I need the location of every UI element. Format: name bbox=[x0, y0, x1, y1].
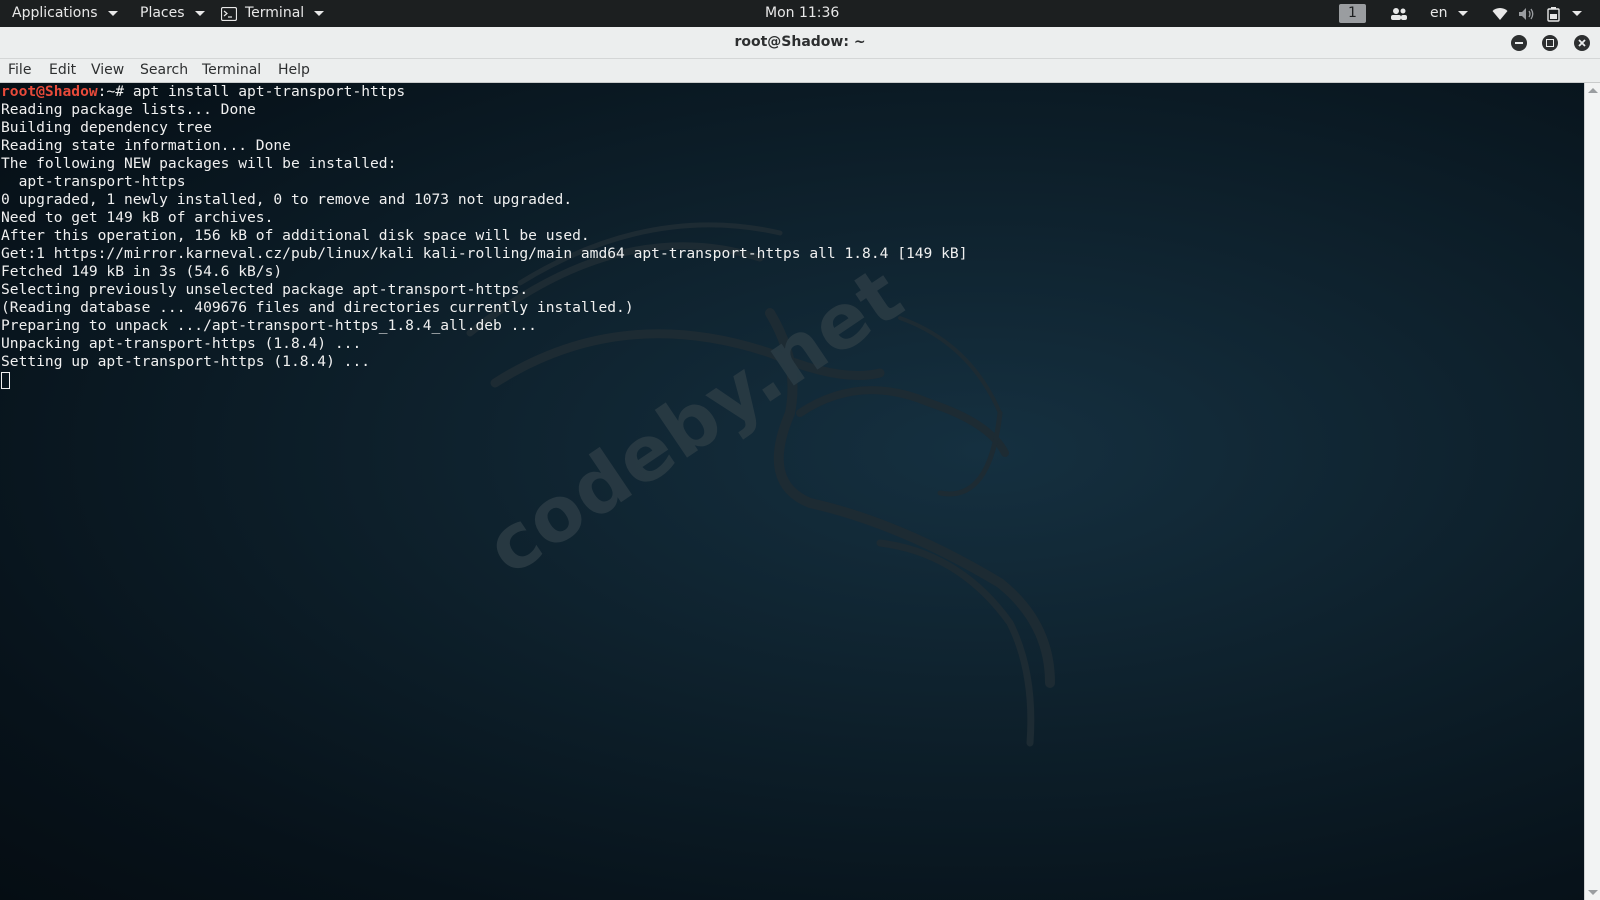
menubar: File Edit View Search Terminal Help bbox=[0, 59, 1600, 83]
chevron-down-icon bbox=[1457, 11, 1468, 16]
people-icon-glyph bbox=[1391, 7, 1407, 20]
people-icon[interactable] bbox=[1390, 0, 1408, 27]
window-title: root@Shadow: ~ bbox=[734, 34, 866, 50]
output-line: Selecting previously unselected package … bbox=[1, 281, 529, 298]
chevron-down-icon bbox=[194, 11, 205, 16]
output-line: Unpacking apt-transport-https (1.8.4) ..… bbox=[1, 335, 362, 352]
terminal-app-label: Terminal bbox=[245, 5, 305, 21]
top-panel: Applications Places Terminal Mon 11:36 1… bbox=[0, 0, 1600, 27]
scroll-up-arrow-icon[interactable] bbox=[1588, 88, 1598, 93]
battery-icon bbox=[1547, 6, 1560, 22]
output-line: 0 upgraded, 1 newly installed, 0 to remo… bbox=[1, 191, 573, 208]
minimize-button[interactable] bbox=[1511, 35, 1527, 51]
terminal-app-menu[interactable]: Terminal bbox=[221, 0, 325, 27]
window-titlebar[interactable]: root@Shadow: ~ bbox=[0, 27, 1600, 59]
places-menu[interactable]: Places bbox=[140, 0, 205, 27]
workspace-indicator[interactable]: 1 bbox=[1339, 4, 1366, 23]
output-line: Fetched 149 kB in 3s (54.6 kB/s) bbox=[1, 263, 283, 280]
menu-search[interactable]: Search bbox=[140, 59, 188, 82]
wifi-icon bbox=[1492, 7, 1508, 20]
output-line: (Reading database ... 409676 files and d… bbox=[1, 299, 634, 316]
scroll-down-arrow-icon[interactable] bbox=[1588, 890, 1598, 895]
menu-view[interactable]: View bbox=[91, 59, 124, 82]
maximize-button[interactable] bbox=[1542, 35, 1558, 51]
output-line: Get:1 https://mirror.karneval.cz/pub/lin… bbox=[1, 245, 968, 262]
chevron-down-icon bbox=[1572, 11, 1582, 16]
menu-edit[interactable]: Edit bbox=[49, 59, 76, 82]
output-line: Need to get 149 kB of archives. bbox=[1, 209, 274, 226]
places-label: Places bbox=[140, 5, 185, 21]
language-menu[interactable]: en bbox=[1430, 0, 1468, 27]
prompt-user: root@Shadow bbox=[1, 83, 98, 100]
output-line: The following NEW packages will be insta… bbox=[1, 155, 397, 172]
terminal-icon bbox=[221, 6, 237, 21]
terminal-area[interactable]: codeby.net root@Shadow:~# apt install ap… bbox=[0, 83, 1584, 900]
output-line: apt-transport-https bbox=[1, 173, 186, 190]
chevron-down-icon bbox=[314, 11, 325, 16]
volume-icon bbox=[1519, 7, 1534, 20]
menu-file[interactable]: File bbox=[8, 59, 31, 82]
vertical-scrollbar[interactable] bbox=[1584, 83, 1600, 900]
clock[interactable]: Mon 11:36 bbox=[765, 0, 839, 27]
prompt-path: :~# bbox=[97, 83, 133, 100]
output-line: Setting up apt-transport-https (1.8.4) .… bbox=[1, 353, 371, 370]
output-line: Building dependency tree bbox=[1, 119, 212, 136]
text-cursor bbox=[1, 372, 10, 389]
clock-text: Mon 11:36 bbox=[765, 5, 840, 21]
command-text: apt install apt-transport-https bbox=[132, 83, 406, 100]
close-icon bbox=[1578, 39, 1586, 47]
language-label: en bbox=[1430, 5, 1448, 21]
output-line: Reading state information... Done bbox=[1, 137, 291, 154]
menu-terminal[interactable]: Terminal bbox=[202, 59, 261, 82]
terminal-output: root@Shadow:~# apt install apt-transport… bbox=[1, 83, 967, 389]
menu-help[interactable]: Help bbox=[278, 59, 310, 82]
applications-menu[interactable]: Applications bbox=[12, 0, 118, 27]
system-status-menu[interactable] bbox=[1492, 0, 1582, 27]
minimize-icon bbox=[1515, 42, 1523, 44]
chevron-down-icon bbox=[107, 11, 118, 16]
output-line: Reading package lists... Done bbox=[1, 101, 256, 118]
maximize-icon bbox=[1546, 39, 1554, 47]
output-line: After this operation, 156 kB of addition… bbox=[1, 227, 590, 244]
applications-label: Applications bbox=[12, 5, 98, 21]
output-line: Preparing to unpack .../apt-transport-ht… bbox=[1, 317, 537, 334]
close-button[interactable] bbox=[1574, 35, 1590, 51]
